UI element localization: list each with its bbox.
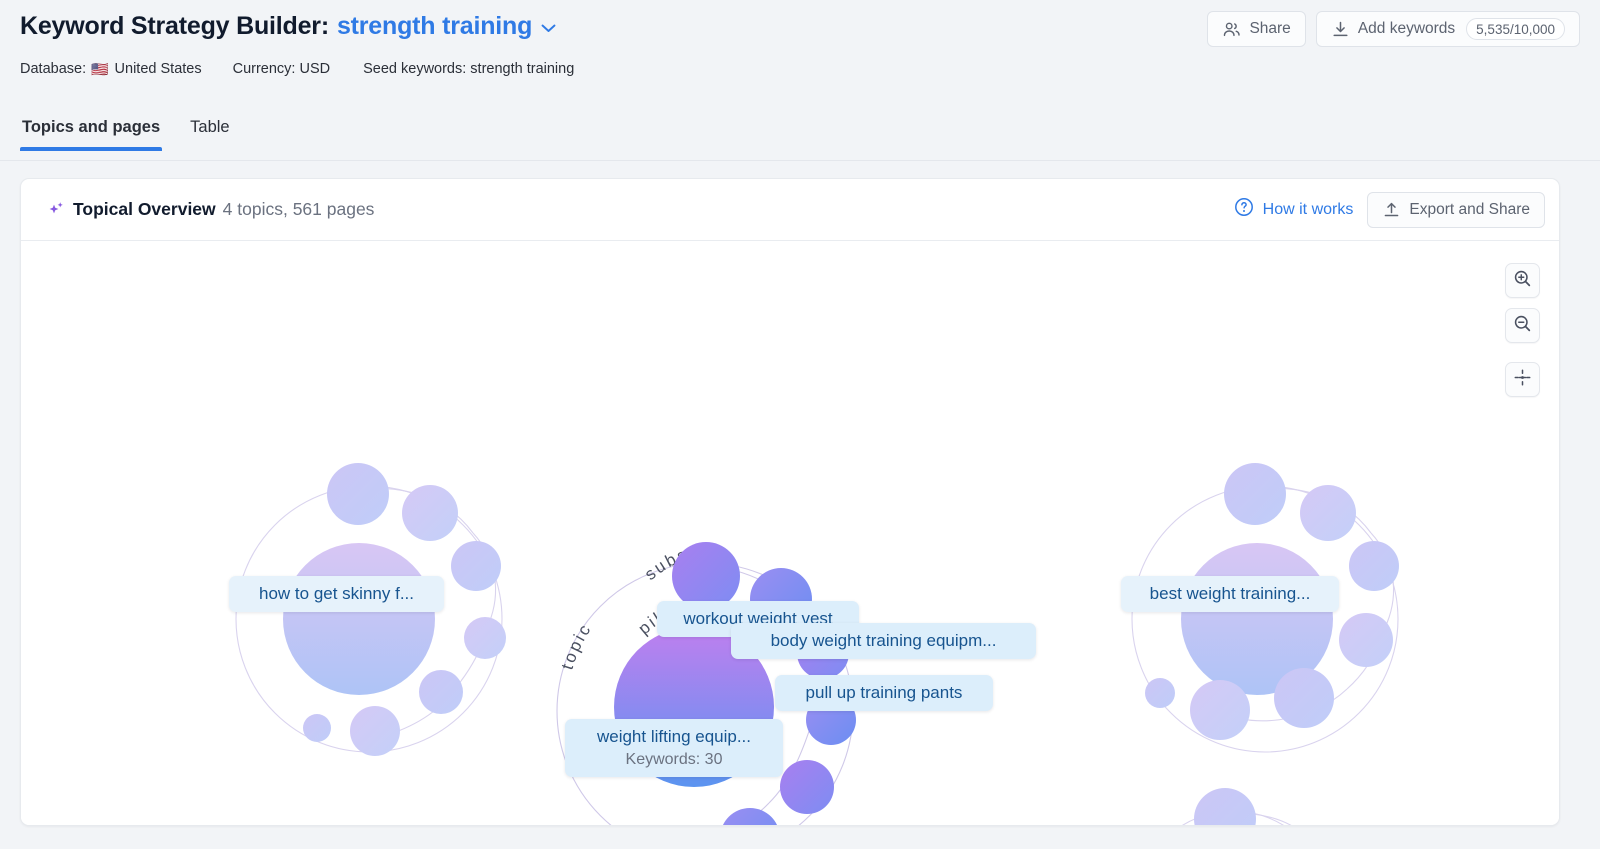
graph-zoom-controls [1505,263,1540,397]
cluster-label-text: best weight training... [1149,584,1311,603]
graph-canvas: topic subs pillar [235,463,1399,826]
fit-to-screen-button[interactable] [1505,362,1540,397]
magnifier-minus-icon [1513,314,1532,338]
bubble-sub[interactable] [327,463,389,525]
page-title: Keyword Strategy Builder: strength train… [20,12,556,41]
bubble-sub[interactable] [1349,541,1399,591]
bubble-sub[interactable] [1194,788,1256,826]
bubble-sub[interactable] [419,670,463,714]
add-keywords-label: Add keywords [1357,20,1456,37]
tab-table[interactable]: Table [188,118,231,150]
bubble-sub[interactable] [1145,678,1175,708]
node-label-text: body weight training equipm... [770,631,997,650]
cluster-label-keywords-count: Keywords: 30 [625,750,723,768]
bubble-pillar[interactable] [283,543,435,695]
export-and-share-button[interactable]: Export and Share [1367,191,1545,228]
bubble-sub[interactable] [464,617,506,659]
database-meta: Database: 🇺🇸 United States [20,61,202,77]
bubble-sub[interactable] [672,542,740,610]
crosshair-icon [1513,368,1532,392]
cluster-label-best-weight-training[interactable]: best weight training... [1121,576,1339,612]
sparkle-icon [46,199,68,221]
bubble-sub[interactable] [1300,485,1356,541]
zoom-out-button[interactable] [1505,308,1540,343]
page-header: Keyword Strategy Builder: strength train… [0,0,1600,110]
add-keywords-button[interactable]: Add keywords 5,535/10,000 [1315,11,1580,47]
cluster-bone-deterioration[interactable] [1137,788,1341,826]
cluster-label-weight-lifting-equipment[interactable]: weight lifting equip... Keywords: 30 [565,719,783,778]
cluster-label-skinny[interactable]: how to get skinny f... [229,576,444,612]
bubble-sub[interactable] [350,706,400,756]
currency-meta: Currency: USD [232,61,331,77]
how-it-works-label: How it works [1262,200,1354,218]
arc-label-topic: topic [558,619,596,671]
people-icon [1222,20,1241,39]
tab-topics-and-pages[interactable]: Topics and pages [20,118,163,151]
database-value: United States [114,61,202,77]
how-it-works-link[interactable]: How it works [1234,197,1354,222]
share-button-label: Share [1249,20,1291,37]
card-subtitle: 4 topics, 561 pages [222,199,375,219]
bubble-sub[interactable] [1339,613,1393,667]
bubble-sub[interactable] [1224,463,1286,525]
card-title: Topical Overview [73,199,216,219]
cluster-label-text: weight lifting equip... [596,727,752,746]
us-flag-icon: 🇺🇸 [91,61,109,77]
tab-bar: Topics and pages Table [0,116,1600,161]
bubble-sub[interactable] [1274,668,1334,728]
topical-overview-card: Topical Overview 4 topics, 561 pages How… [20,178,1560,826]
download-icon [1331,20,1350,39]
magnifier-plus-icon [1513,269,1532,293]
page-title-prefix: Keyword Strategy Builder: [20,12,329,40]
page-title-keyword[interactable]: strength training [337,12,532,41]
database-label: Database: [20,61,87,77]
node-label-body-weight-training-equipment[interactable]: body weight training equipm... [731,623,1036,659]
header-meta: Database: 🇺🇸 United States Currency: USD… [20,61,574,77]
header-actions: Share Add keywords 5,535/10,000 [1207,11,1580,47]
bubble-sub[interactable] [780,760,834,814]
bubble-sub[interactable] [402,485,458,541]
card-header-actions: How it works Export and Share [1234,191,1545,228]
bubble-sub[interactable] [1190,680,1250,740]
bubble-sub[interactable] [720,808,780,826]
zoom-in-button[interactable] [1505,263,1540,298]
question-circle-icon [1234,197,1254,222]
card-header: Topical Overview 4 topics, 561 pages How… [21,179,1559,241]
cluster-label-text: how to get skinny f... [259,584,414,603]
upload-icon [1382,200,1401,219]
seed-keywords-meta: Seed keywords: strength training [363,61,575,77]
node-label-text: pull up training pants [805,683,963,702]
add-keywords-count-badge: 5,535/10,000 [1466,18,1565,40]
export-and-share-label: Export and Share [1409,200,1530,218]
bubble-sub[interactable] [451,541,501,591]
chevron-down-icon[interactable] [541,21,556,37]
bubble-sub[interactable] [303,714,331,742]
node-label-pull-up-training-pants[interactable]: pull up training pants [775,675,993,711]
share-button[interactable]: Share [1207,11,1306,47]
app-root: Keyword Strategy Builder: strength train… [0,0,1600,849]
topical-graph[interactable]: topic subs pillar [21,241,1559,826]
